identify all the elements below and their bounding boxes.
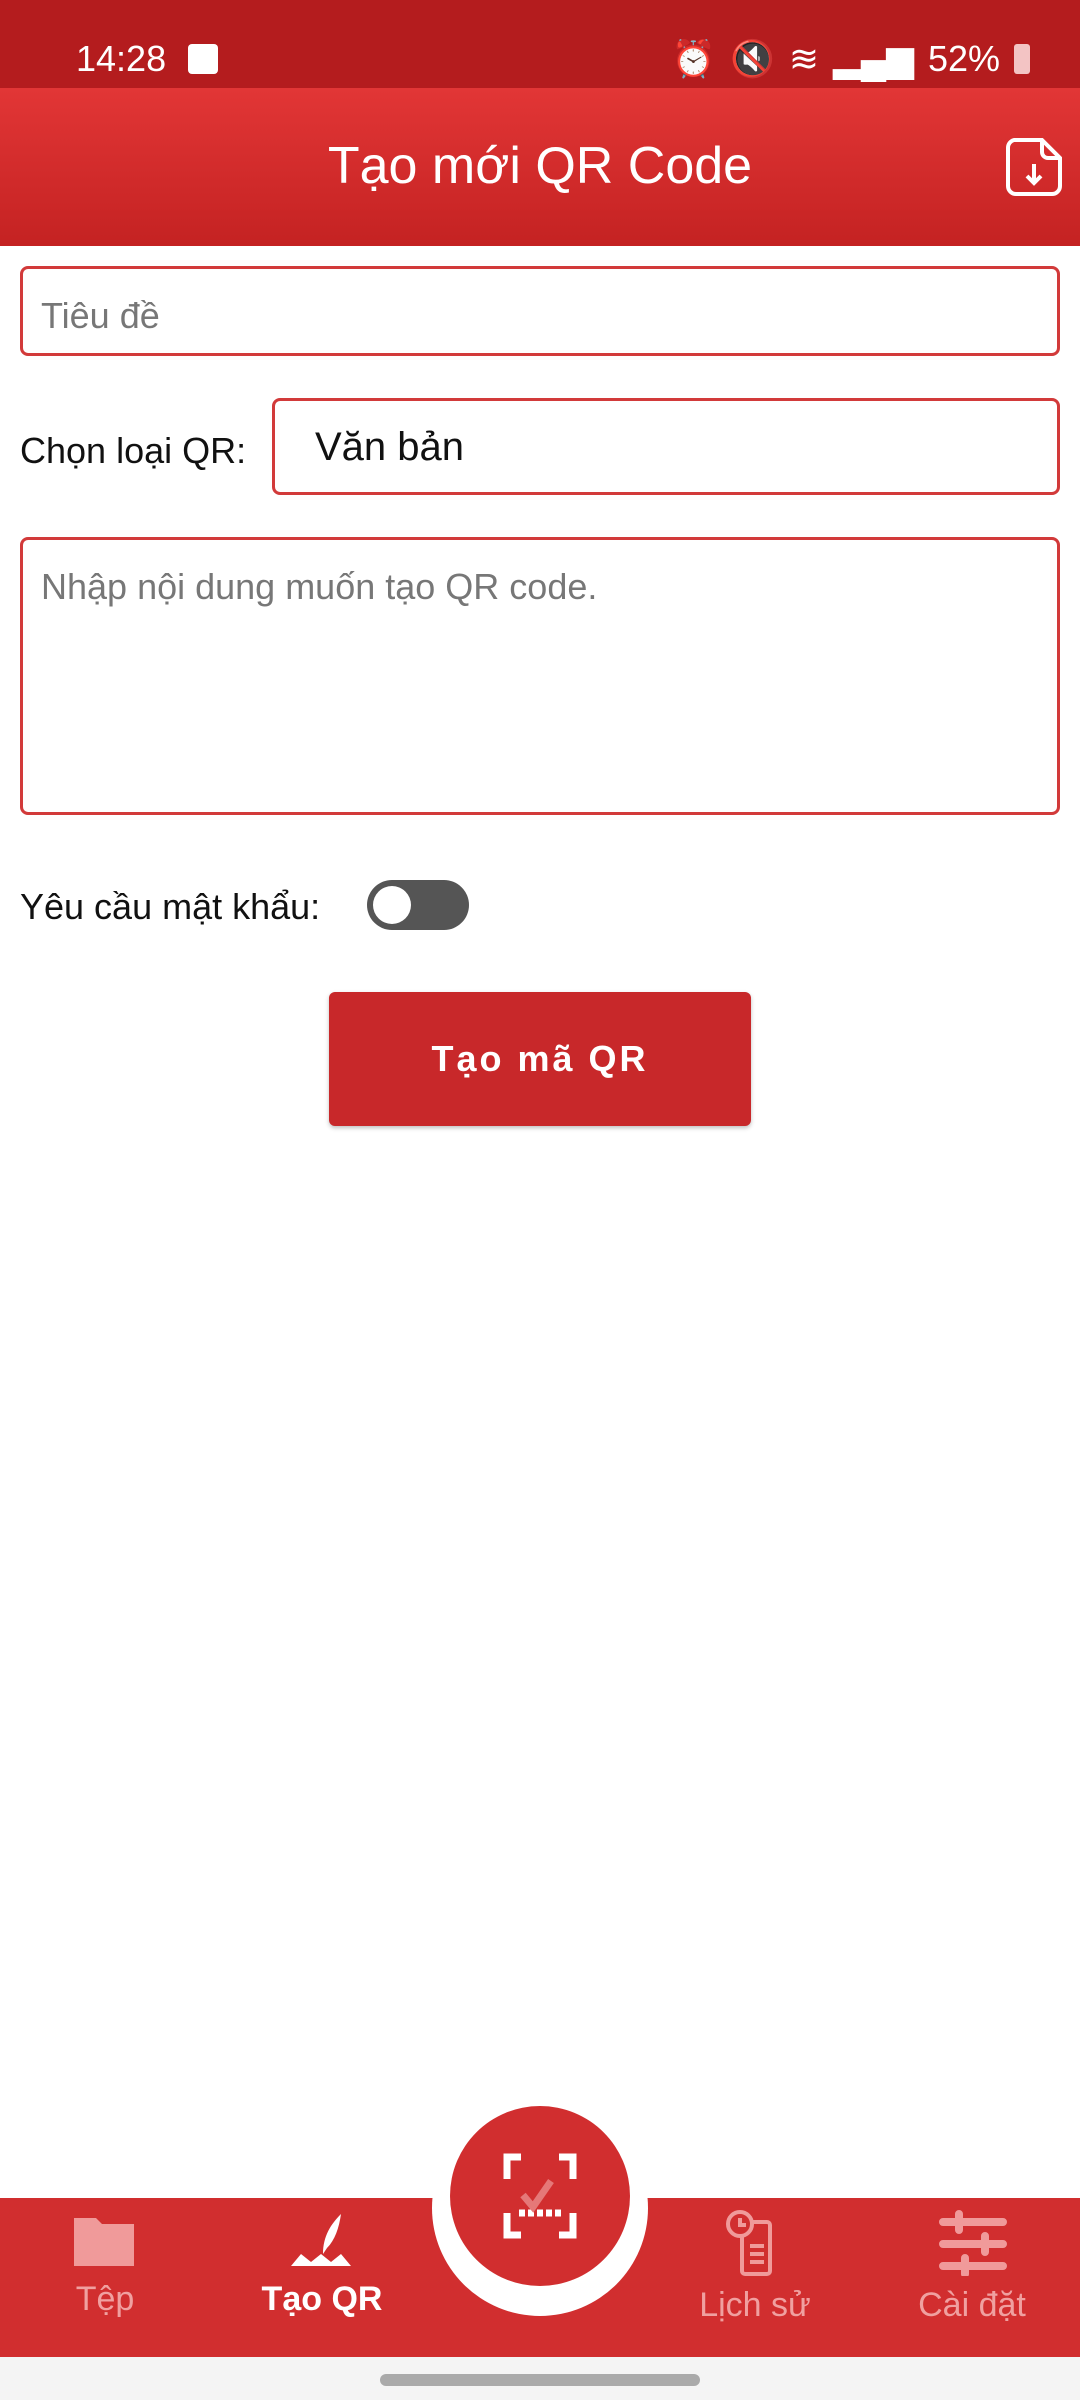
wifi-icon: ≋ (788, 38, 820, 79)
nav-label: Cài đặt (918, 2286, 1026, 2324)
nav-label: Tạo QR (261, 2280, 383, 2318)
qr-type-select[interactable]: Văn bản (272, 398, 1060, 495)
nav-item-settings[interactable]: Cài đặt (882, 2210, 1062, 2325)
title-placeholder: Tiêu đề (41, 295, 160, 336)
battery-icon (1014, 44, 1030, 74)
nav-item-history[interactable]: Lịch sử (665, 2210, 845, 2325)
history-icon (726, 2210, 772, 2276)
nav-item-create-qr[interactable]: Tạo QR (232, 2210, 412, 2319)
status-time: 14:28 (76, 38, 167, 79)
gallery-icon (188, 44, 218, 74)
content-textarea[interactable]: Nhập nội dung muốn tạo QR code. (20, 537, 1060, 815)
home-handle[interactable] (380, 2374, 700, 2386)
status-bar: 14:28 ⏰ 🔇 ≋ ▂▄▆ 52% (0, 0, 1080, 88)
qr-type-label: Chọn loại QR: (20, 430, 247, 471)
content-placeholder: Nhập nội dung muốn tạo QR code. (41, 566, 598, 607)
app-bar: Tạo mới QR Code (0, 88, 1080, 246)
title-input[interactable]: Tiêu đề (20, 266, 1060, 356)
scan-icon (503, 2153, 577, 2239)
password-label: Yêu cầu mật khẩu: (20, 886, 321, 927)
toggle-knob (373, 886, 411, 924)
create-qr-button[interactable]: Tạo mã QR (329, 992, 751, 1126)
alarm-icon: ⏰ (671, 38, 717, 79)
nav-label: Tệp (75, 2280, 135, 2318)
signal-icon: ▂▄▆ (833, 38, 914, 79)
qr-type-value: Văn bản (315, 425, 465, 469)
nav-item-files[interactable]: Tệp (15, 2210, 195, 2319)
page-title: Tạo mới QR Code (327, 137, 753, 195)
download-file-icon[interactable] (1004, 136, 1064, 198)
sliders-icon (939, 2210, 1007, 2276)
folder-icon (74, 2218, 134, 2266)
password-toggle[interactable] (367, 880, 469, 930)
nav-label: Lịch sử (699, 2286, 811, 2324)
mute-icon: 🔇 (730, 38, 775, 79)
battery-text: 52% (927, 38, 1000, 79)
quill-book-icon (291, 2214, 351, 2266)
scan-qr-button[interactable] (450, 2106, 630, 2286)
